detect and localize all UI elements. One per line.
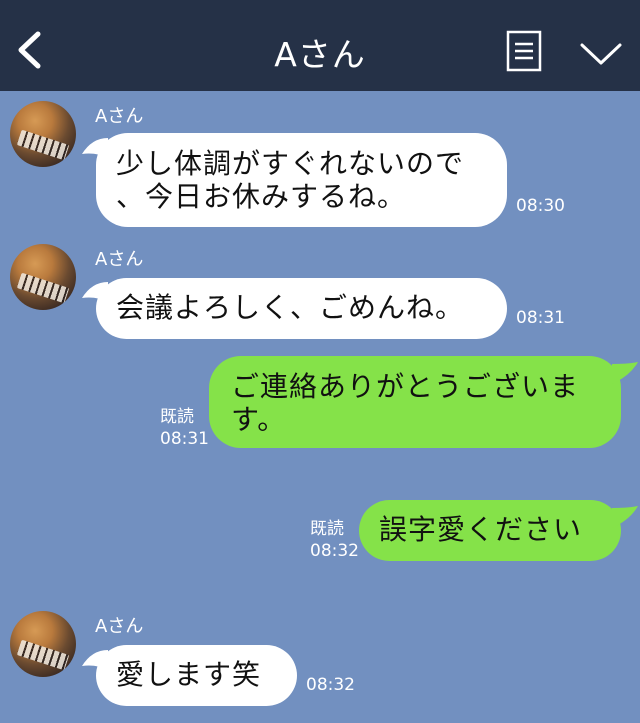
message-text-line: 愛します笑 bbox=[116, 658, 262, 691]
message-text-line: 、今日お休みするね。 bbox=[116, 180, 407, 213]
chat-title: Aさん bbox=[274, 35, 366, 74]
message-time: 08:30 bbox=[516, 196, 565, 216]
message-time: 08:31 bbox=[160, 429, 209, 449]
avatar[interactable] bbox=[10, 101, 76, 167]
message-bubble[interactable]: 少し体調がすぐれないので 、今日お休みするね。 bbox=[96, 133, 507, 227]
message-time: 08:32 bbox=[306, 675, 355, 695]
sender-name: Aさん bbox=[95, 106, 144, 127]
menu-toggle-button[interactable] bbox=[578, 36, 624, 70]
read-receipt: 既読 bbox=[310, 519, 344, 539]
message-text-line: 会議よろしく、ごめんね。 bbox=[116, 291, 465, 324]
message-bubble[interactable]: 会議よろしく、ごめんね。 bbox=[96, 278, 507, 339]
message-bubble[interactable]: 愛します笑 bbox=[96, 645, 297, 706]
message-bubble[interactable]: 誤字愛ください bbox=[359, 500, 621, 561]
bubble-tail bbox=[612, 506, 638, 528]
sender-name: Aさん bbox=[95, 249, 144, 270]
message-text-line: 少し体調がすぐれないので bbox=[116, 147, 465, 180]
message-bubble[interactable]: ご連絡ありがとうございま す。 bbox=[209, 356, 621, 448]
avatar[interactable] bbox=[10, 244, 76, 310]
notes-button[interactable] bbox=[504, 30, 544, 74]
avatar[interactable] bbox=[10, 611, 76, 677]
message-time: 08:32 bbox=[310, 541, 359, 561]
back-button[interactable] bbox=[12, 28, 48, 72]
chevron-down-icon bbox=[580, 43, 622, 65]
bubble-tail bbox=[612, 362, 638, 384]
chat-header: Aさん bbox=[0, 0, 640, 91]
message-time: 08:31 bbox=[516, 308, 565, 328]
message-text-line: ご連絡ありがとうございま bbox=[231, 370, 580, 403]
sender-name: Aさん bbox=[95, 616, 144, 637]
notes-icon bbox=[506, 30, 542, 72]
read-receipt: 既読 bbox=[160, 407, 194, 427]
chevron-left-icon bbox=[18, 31, 41, 69]
message-text-line: 誤字愛ください bbox=[379, 513, 583, 546]
message-text-line: す。 bbox=[231, 403, 287, 436]
